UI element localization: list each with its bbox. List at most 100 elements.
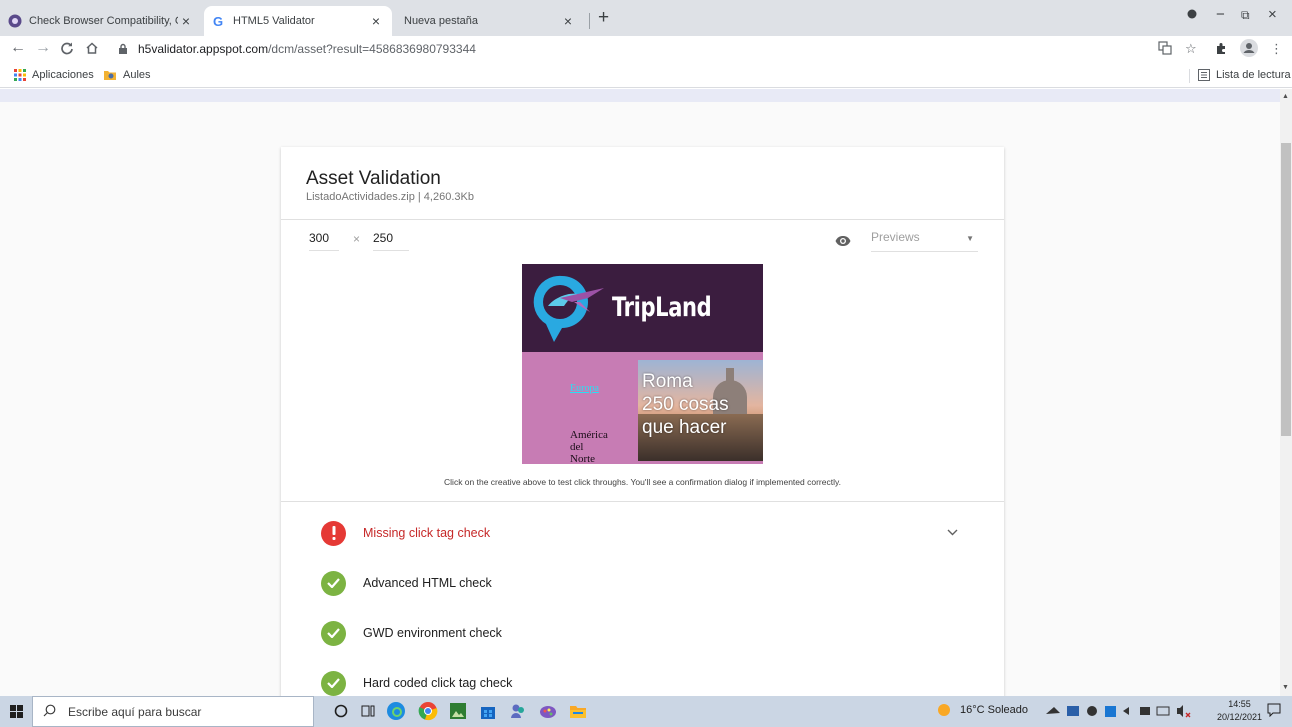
creative-nav-line: Norte (570, 453, 596, 464)
address-bar[interactable]: h5validator.appspot.com/dcm/asset?result… (118, 38, 1138, 60)
task-view-icon[interactable] (358, 701, 378, 721)
creative-header: TripLand (522, 264, 763, 352)
creative-nav-line: América (570, 429, 608, 441)
tab-html5-validator[interactable]: G HTML5 Validator × (204, 6, 392, 36)
file-explorer-icon[interactable] (568, 701, 588, 721)
back-icon[interactable]: ← (10, 39, 26, 57)
check-label: Hard coded click tag check (363, 676, 513, 690)
check-row-hard-coded-click-tag[interactable]: Hard coded click tag check (321, 670, 512, 696)
check-row-gwd-environment[interactable]: GWD environment check (321, 620, 502, 646)
home-icon[interactable] (85, 39, 99, 60)
check-row-advanced-html[interactable]: Advanced HTML check (321, 570, 492, 596)
dimension-separator: × (353, 232, 361, 246)
card-header: Asset Validation ListadoActividades.zip … (281, 147, 1004, 220)
notifications-icon[interactable] (1267, 703, 1281, 720)
check-row-missing-click-tag[interactable]: Missing click tag check (321, 520, 490, 546)
height-input[interactable]: 250 (373, 231, 409, 251)
close-tab-icon[interactable]: × (368, 13, 384, 29)
browser-menu-icon[interactable]: ⋮ (1270, 41, 1283, 57)
reading-list-icon (1198, 69, 1210, 81)
tab-title: Check Browser Compatibility, Cro (29, 15, 178, 27)
creative-preview[interactable]: TripLand Europa América del Norte Roma 2… (522, 264, 763, 464)
check-circle-icon (321, 620, 346, 646)
forward-icon[interactable]: → (35, 39, 51, 57)
extensions-icon[interactable] (1214, 41, 1228, 58)
restore-button[interactable]: ⧉ (1241, 8, 1250, 23)
width-input[interactable]: 300 (309, 231, 339, 251)
weather-label[interactable]: 16°C Soleado (960, 704, 1028, 716)
photos-app-icon[interactable] (448, 701, 468, 721)
chevron-down-icon[interactable] (947, 527, 958, 539)
cortana-icon[interactable] (331, 701, 351, 721)
minimize-button[interactable]: − (1216, 6, 1225, 23)
profile-avatar-icon[interactable] (1240, 39, 1258, 60)
translate-icon[interactable] (1158, 41, 1172, 58)
bookmark-star-icon[interactable]: ☆ (1185, 41, 1197, 57)
tab-nueva-pestana[interactable]: Nueva pestaña × (396, 6, 584, 36)
url-host: h5validator.appspot.com (138, 42, 269, 56)
weather-icon[interactable] (937, 703, 951, 720)
check-circle-icon (321, 670, 346, 696)
reload-icon[interactable] (60, 39, 74, 60)
bookmarks-divider (1189, 69, 1190, 83)
taskbar-search-box[interactable]: Escribe aquí para buscar (32, 696, 314, 727)
svg-text:G: G (213, 14, 223, 28)
bookmarks-bar: Aplicaciones Aules Lista de lectura (0, 64, 1292, 88)
windows-taskbar: Escribe aquí para buscar 16°C Soleado 14… (0, 696, 1292, 727)
scrollbar-thumb[interactable] (1281, 143, 1291, 436)
chrome-icon[interactable] (418, 701, 438, 721)
people-app-icon[interactable] (508, 701, 528, 721)
creative-brand: TripLand (612, 292, 712, 323)
search-placeholder: Escribe aquí para buscar (68, 704, 202, 719)
tab-check-browser[interactable]: Check Browser Compatibility, Cro × (0, 6, 202, 36)
scroll-up-icon[interactable]: ▲ (1282, 93, 1289, 100)
edge-icon[interactable] (386, 701, 406, 721)
creative-body: Europa América del Norte Roma 250 cosas … (522, 352, 763, 464)
page-top-band (0, 89, 1280, 102)
close-tab-icon[interactable]: × (178, 13, 194, 29)
bookmark-aplicaciones[interactable]: Aplicaciones (14, 69, 94, 81)
creative-nav-line: del (570, 441, 584, 453)
globe-icon (8, 14, 22, 28)
check-label: GWD environment check (363, 626, 502, 640)
creative-link-europa[interactable]: Europa (570, 383, 599, 394)
photo-caption-line: que hacer (642, 417, 727, 438)
asset-file-info: ListadoActividades.zip | 4,260.3Kb (306, 191, 474, 203)
photo-caption: Roma 250 cosas que hacer (642, 370, 729, 439)
tab-title: HTML5 Validator (233, 15, 315, 27)
scroll-down-icon[interactable]: ▼ (1282, 684, 1289, 691)
click-through-note: Click on the creative above to test clic… (444, 477, 841, 487)
page-title: Asset Validation (306, 168, 441, 189)
tab-title: Nueva pestaña (404, 15, 478, 27)
eye-icon[interactable] (835, 234, 851, 252)
windows-start-icon[interactable] (10, 705, 23, 723)
paint-app-icon[interactable] (538, 701, 558, 721)
previews-dropdown[interactable]: Previews ▼ (871, 230, 978, 252)
google-icon: G (212, 14, 226, 28)
tray-icons[interactable] (1045, 704, 1197, 721)
divider (281, 501, 1004, 502)
taskbar-clock[interactable]: 14:55 20/12/2021 (1217, 698, 1262, 724)
bookmark-aules[interactable]: Aules (103, 69, 151, 81)
url-path: /dcm/asset?result=4586836980793344 (268, 42, 476, 56)
check-circle-icon (321, 570, 346, 596)
reading-list-button[interactable]: Lista de lectura (1198, 69, 1291, 81)
page-scrollbar[interactable]: ▲ ▼ (1280, 89, 1292, 696)
new-tab-button[interactable]: + (598, 8, 609, 27)
tab-divider (589, 13, 590, 29)
account-dot-icon[interactable] (1186, 6, 1198, 23)
tripland-logo-icon (528, 272, 608, 353)
check-label: Missing click tag check (363, 526, 491, 540)
search-icon (43, 704, 56, 720)
asset-validation-card: Asset Validation ListadoActividades.zip … (281, 147, 1004, 696)
rome-photo[interactable]: Roma 250 cosas que hacer (638, 360, 763, 461)
close-tab-icon[interactable]: × (560, 13, 576, 29)
close-window-button[interactable]: × (1268, 6, 1277, 23)
clock-date: 20/12/2021 (1217, 712, 1263, 722)
creative-nav-text[interactable]: América del Norte (570, 429, 608, 464)
lock-icon (118, 43, 130, 55)
page-viewport: Asset Validation ListadoActividades.zip … (0, 89, 1280, 696)
store-app-icon[interactable] (478, 701, 498, 721)
browser-toolbar: ← → h5validator.appspot.com/dcm/asset?re… (0, 36, 1292, 64)
tab-strip: Check Browser Compatibility, Cro × G HTM… (0, 0, 1292, 36)
